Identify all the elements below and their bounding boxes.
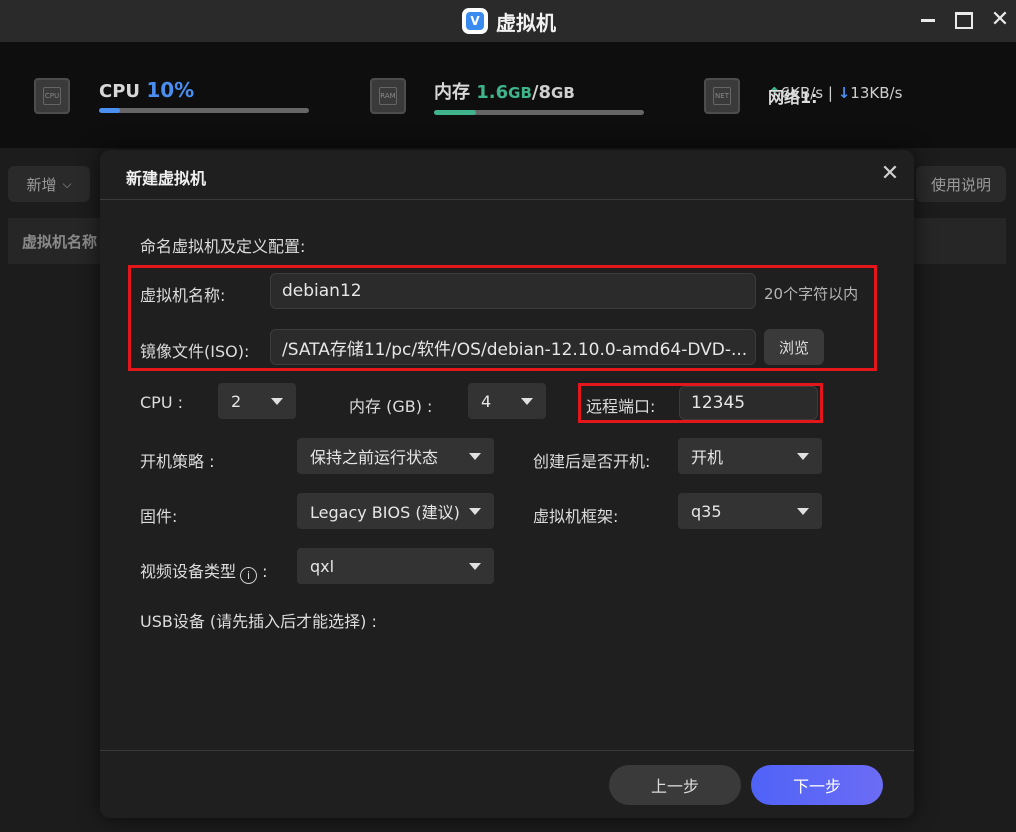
chevron-down-icon [271, 397, 283, 405]
network-label: 网络1: [768, 88, 818, 107]
memory-size-select[interactable]: 4 [468, 383, 546, 419]
boot-after-create-select[interactable]: 开机 [678, 438, 822, 474]
app-title: 虚拟机 [496, 10, 556, 35]
cpu-chip-icon: CPU [34, 78, 70, 114]
download-rate: 13KB/s [850, 84, 903, 102]
boot-policy-value: 保持之前运行状态 [310, 448, 439, 467]
memory-sep: / [531, 82, 539, 103]
chevron-down-icon: ⌵ [62, 176, 72, 191]
browse-button[interactable]: 浏览 [764, 329, 824, 365]
firmware-select[interactable]: Legacy BIOS (建议) [297, 493, 494, 529]
vm-name-input[interactable]: debian12 [270, 273, 756, 309]
machine-type-value: q35 [691, 501, 722, 521]
cpu-count-value: 2 [231, 391, 242, 411]
machine-type-select[interactable]: q35 [678, 493, 822, 529]
title-wrap: V 虚拟机 [462, 6, 556, 36]
remote-port-input[interactable]: 12345 [679, 386, 818, 420]
video-device-label-suffix: : [257, 562, 268, 581]
chevron-down-icon [797, 507, 809, 515]
new-dropdown-button[interactable]: 新增 ⌵ [8, 166, 90, 202]
new-vm-dialog: 新建虚拟机 ✕ 命名虚拟机及定义配置: 虚拟机名称: debian12 20个字… [100, 150, 914, 818]
memory-size-value: 4 [481, 391, 492, 411]
column-vm-name: 虚拟机名称 [22, 233, 98, 251]
chevron-down-icon [469, 507, 481, 515]
cpu-label: CPU [99, 81, 141, 102]
cpu-stat: CPU 10% [99, 78, 194, 102]
memory-label: 内存 [434, 82, 470, 103]
cpu-value: 10% [146, 78, 195, 102]
firmware-value: Legacy BIOS (建议) [310, 503, 460, 522]
video-device-label-text: 视频设备类型 [140, 562, 237, 581]
memory-used: 1.6GB [476, 82, 532, 103]
boot-after-create-value: 开机 [691, 448, 724, 467]
chevron-down-icon [797, 452, 809, 460]
minimize-icon[interactable] [916, 8, 940, 32]
previous-step-button[interactable]: 上一步 [609, 765, 741, 805]
memory-total: 8GB [538, 82, 575, 103]
boot-policy-label: 开机策略 : [140, 452, 215, 471]
dialog-subtitle: 命名虚拟机及定义配置: [140, 237, 306, 256]
memory-usage-fill [434, 110, 476, 115]
info-icon[interactable]: i [240, 567, 258, 584]
maximize-icon[interactable] [952, 8, 976, 32]
dialog-close-icon[interactable]: ✕ [878, 162, 902, 186]
new-button-label: 新增 [26, 175, 57, 194]
boot-policy-select[interactable]: 保持之前运行状态 [297, 438, 494, 474]
network-sep: | [823, 84, 838, 102]
iso-label: 镜像文件(ISO): [140, 342, 250, 361]
v-logo-icon: V [462, 8, 488, 34]
video-device-value: qxl [310, 556, 335, 576]
next-step-button[interactable]: 下一步 [751, 765, 883, 805]
network-icon: NET [704, 78, 740, 114]
video-device-label: 视频设备类型 i : [140, 558, 268, 584]
cpu-count-label: CPU : [140, 393, 184, 412]
iso-path-input[interactable]: /SATA存储11/pc/软件/OS/debian-12.10.0-amd64-… [270, 329, 756, 365]
vm-name-hint: 20个字符以内 [764, 285, 859, 303]
memory-usage-bar [434, 110, 644, 115]
chevron-down-icon [469, 452, 481, 460]
video-device-select[interactable]: qxl [297, 548, 494, 584]
close-icon[interactable]: ✕ [988, 8, 1012, 32]
vm-name-label: 虚拟机名称: [140, 286, 226, 305]
download-arrow-icon: ↓ [837, 84, 851, 102]
title-bar: V 虚拟机 ✕ [0, 0, 1016, 42]
help-button[interactable]: 使用说明 [916, 166, 1006, 202]
dialog-header: 新建虚拟机 ✕ [100, 150, 914, 200]
dialog-title: 新建虚拟机 [126, 169, 207, 188]
chevron-down-icon [469, 562, 481, 570]
cpu-count-select[interactable]: 2 [218, 383, 296, 419]
usb-device-label: USB设备 (请先插入后才能选择) : [140, 612, 377, 631]
resource-stats-bar: CPU CPU 10% RAM 内存 1.6GB/8GB NET 网络1: ↑6… [0, 42, 1016, 148]
boot-after-create-label: 创建后是否开机: [533, 452, 651, 471]
ram-chip-icon: RAM [370, 78, 406, 114]
machine-type-label: 虚拟机框架: [533, 507, 619, 526]
cpu-usage-bar [99, 108, 309, 113]
network-stat: 网络1: ↑6KB/s | ↓13KB/s [768, 84, 903, 107]
memory-stat: 内存 1.6GB/8GB [434, 78, 575, 104]
firmware-label: 固件: [140, 507, 178, 526]
chevron-down-icon [521, 397, 533, 405]
cpu-usage-fill [99, 108, 120, 113]
memory-size-label: 内存 (GB) : [349, 397, 433, 416]
remote-port-label: 远程端口: [586, 397, 656, 416]
